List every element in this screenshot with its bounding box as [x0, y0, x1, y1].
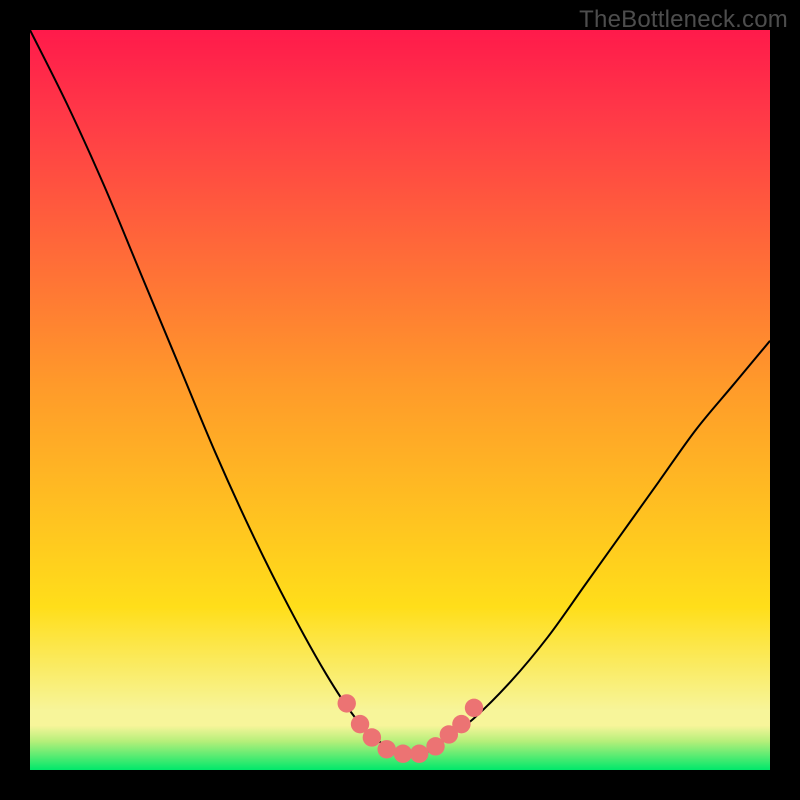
- plot-background: [30, 30, 770, 770]
- chart-frame: TheBottleneck.com: [0, 0, 800, 800]
- marker-dot: [452, 715, 470, 733]
- marker-dot: [410, 745, 428, 763]
- marker-dot: [363, 728, 381, 746]
- marker-dot: [394, 745, 412, 763]
- marker-dot: [377, 740, 395, 758]
- marker-dot: [338, 694, 356, 712]
- bottleneck-plot: [30, 30, 770, 770]
- plot-svg: [30, 30, 770, 770]
- marker-dot: [465, 699, 483, 717]
